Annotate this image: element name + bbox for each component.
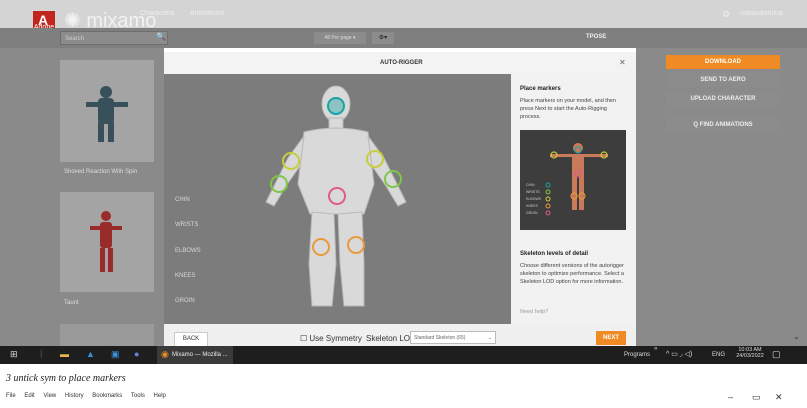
guide-label-chin: CHIN xyxy=(526,183,535,187)
user-menu[interactable]: nalaisalamlua xyxy=(740,10,783,17)
lod-heading: Skeleton levels of detail xyxy=(520,251,589,257)
restore-icon[interactable]: ▭ xyxy=(752,392,761,403)
lod-label: Skeleton LOD xyxy=(366,334,416,343)
dialog-title: AUTO-RIGGER xyxy=(380,60,423,66)
notifications-icon[interactable]: ▢ xyxy=(772,349,781,360)
guide-label-wrists: WRISTS xyxy=(526,190,540,194)
lod-text: Choose different versions of the autorig… xyxy=(520,263,624,285)
place-markers-text: Place markers on your model, and then pr… xyxy=(520,98,616,120)
menu-history[interactable]: History xyxy=(65,393,84,399)
character-model-icon xyxy=(265,85,407,307)
animation-card-label: Taunt xyxy=(64,300,79,306)
file-explorer-icon[interactable]: ▬ xyxy=(60,349,69,359)
guide-label-elbows: ELBOWS xyxy=(526,197,542,201)
place-markers-heading: Place markers xyxy=(520,86,561,92)
guide-figure-icon: CHIN WRISTS ELBOWS KNEES GROIN xyxy=(526,143,608,216)
search-icon[interactable]: 🔍 xyxy=(156,32,166,41)
close-window-icon[interactable]: ✕ xyxy=(775,392,783,403)
marker-label-chin: CHIN xyxy=(175,197,190,203)
next-button[interactable]: NEXT xyxy=(596,331,626,345)
chevron-down-icon: ⌄ xyxy=(487,335,492,341)
character-figure-icon xyxy=(60,60,154,162)
checkbox-icon[interactable]: ☐ xyxy=(300,334,307,343)
animation-card[interactable] xyxy=(60,192,154,292)
guide-label-knees: KNEES xyxy=(526,204,539,208)
pose-title: TPOSE xyxy=(586,34,607,40)
search-input[interactable]: Search xyxy=(60,31,168,45)
character-figure-icon xyxy=(60,192,154,292)
tray-icons[interactable]: ^ ▭ ◞ ◁) xyxy=(666,350,692,358)
animation-card[interactable] xyxy=(60,60,154,162)
browser-menubar: File Edit View History Bookmarks Tools H… xyxy=(6,393,173,399)
animation-card-label: Shoved Reaction With Spin xyxy=(64,169,138,175)
programs-label[interactable]: Programs xyxy=(624,352,650,358)
menu-file[interactable]: File xyxy=(6,393,16,399)
nav-characters[interactable]: Characters xyxy=(140,10,174,17)
model-viewport[interactable] xyxy=(164,74,511,324)
help-link[interactable]: Need help? xyxy=(520,308,628,316)
caption-text: 3 untick sym to place markers xyxy=(6,373,126,384)
close-icon[interactable]: ✕ xyxy=(619,58,626,67)
settings-dropdown[interactable]: ⚙▾ xyxy=(372,32,394,44)
firefox-task[interactable]: ◉ Mixamo — Mozilla ... xyxy=(157,346,233,364)
menu-tools[interactable]: Tools xyxy=(131,393,145,399)
back-button[interactable]: BACK xyxy=(174,332,208,347)
upload-character-button[interactable]: UPLOAD CHARACTER xyxy=(666,92,780,106)
firefox-icon: ◉ xyxy=(161,349,169,359)
download-button[interactable]: DOWNLOAD xyxy=(666,55,780,69)
marker-label-wrists: WRISTS xyxy=(175,222,199,228)
app-icon[interactable]: ▣ xyxy=(111,349,120,360)
symmetry-checkbox[interactable]: ☐ Use Symmetry xyxy=(300,334,362,343)
gear-icon[interactable]: ⚙ xyxy=(722,9,730,20)
language-indicator[interactable]: ENG xyxy=(712,352,725,358)
nav-animations[interactable]: Animations xyxy=(190,10,225,17)
chat-icon[interactable]: ● xyxy=(134,349,139,359)
lod-select[interactable]: Standard Skeleton (65) ⌄ xyxy=(410,331,496,344)
find-animations-button[interactable]: Q FIND ANIMATIONS xyxy=(666,118,780,132)
minimize-icon[interactable]: – xyxy=(728,392,733,402)
per-page-select[interactable]: 48 Per page ▾ xyxy=(314,32,366,44)
store-icon[interactable]: ▲ xyxy=(86,349,95,359)
scroll-down-icon[interactable]: ⌄ xyxy=(793,332,800,341)
taskbar-divider: | xyxy=(40,348,43,358)
marker-label-elbows: ELBOWS xyxy=(175,248,201,254)
menu-view[interactable]: View xyxy=(43,393,56,399)
send-to-aero-button[interactable]: SEND TO AERO xyxy=(666,73,780,87)
animation-card[interactable] xyxy=(60,324,154,346)
guide-label-groin: GROIN xyxy=(526,211,538,215)
menu-help[interactable]: Help xyxy=(154,393,166,399)
clock[interactable]: 10:03 AM 24/03/2022 xyxy=(732,347,768,359)
adobe-a-icon: A xyxy=(38,12,49,28)
menu-edit[interactable]: Edit xyxy=(24,393,34,399)
marker-guide-image: CHIN WRISTS ELBOWS KNEES GROIN xyxy=(520,130,626,230)
menu-bookmarks[interactable]: Bookmarks xyxy=(92,393,122,399)
double-chevron-icon[interactable]: » xyxy=(654,346,657,352)
marker-label-knees: KNEES xyxy=(175,273,196,279)
windows-start-icon[interactable]: ⊞ xyxy=(10,349,18,360)
marker-label-groin: GROIN xyxy=(175,298,195,304)
